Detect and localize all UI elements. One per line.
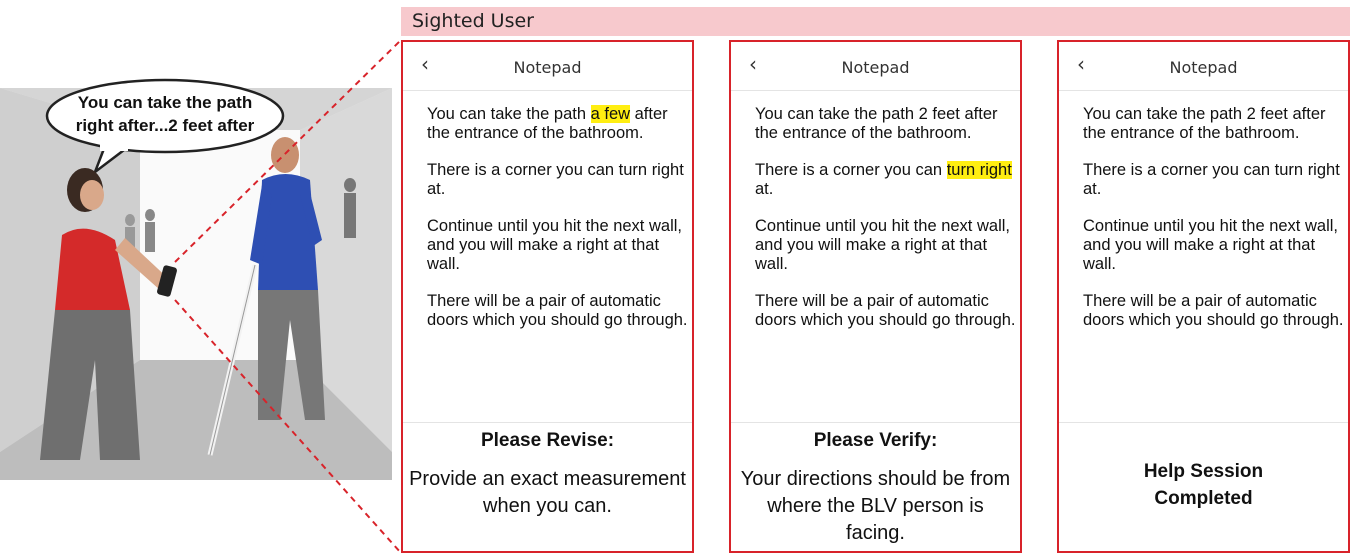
note-paragraph-3: Continue until you hit the next wall, an…	[427, 217, 682, 273]
app-title: Notepad	[1169, 58, 1238, 77]
feedback-heading: Please Verify:	[813, 430, 938, 451]
app-bar: ‹ Notepad	[731, 42, 1020, 91]
highlighted-text: turn right	[946, 161, 1012, 179]
scene-illustration: You can take the path right after...2 fe…	[0, 78, 392, 480]
note-paragraph-1: You can take the path 2 feet after the e…	[755, 105, 998, 142]
phone-panel-revise: ‹ Notepad You can take the path a few af…	[401, 40, 694, 553]
app-bar: ‹ Notepad	[1059, 42, 1348, 91]
feedback-footer: Help Session Completed	[1059, 422, 1348, 552]
feedback-footer: Please Verify: Your directions should be…	[731, 422, 1020, 552]
speech-text-line2: right after...2 feet after	[76, 116, 255, 135]
note-paragraph-1: You can take the path 2 feet after the e…	[1083, 105, 1326, 142]
note-paragraph-2: There is a corner you can turn right at.	[1083, 161, 1340, 198]
app-title: Notepad	[513, 58, 582, 77]
note-text: You can take the path 2 feet after the e…	[1083, 105, 1345, 418]
session-completed-message: Help Session Completed	[1143, 461, 1264, 509]
speech-text-line1: You can take the path	[78, 93, 252, 112]
note-paragraph-1: You can take the path a few after the en…	[427, 105, 668, 142]
note-paragraph-2: There is a corner you can turn right at.	[427, 161, 684, 198]
feedback-footer: Please Revise: Provide an exact measurem…	[403, 422, 692, 552]
highlighted-text: a few	[590, 105, 631, 123]
note-paragraph-4: There will be a pair of automatic doors …	[755, 292, 1016, 329]
note-paragraph-3: Continue until you hit the next wall, an…	[1083, 217, 1338, 273]
phone-panel-completed: ‹ Notepad You can take the path 2 feet a…	[1057, 40, 1350, 553]
feedback-message: Provide an exact measurement when you ca…	[409, 468, 686, 517]
note-text: You can take the path a few after the en…	[427, 105, 689, 418]
note-text: You can take the path 2 feet after the e…	[755, 105, 1017, 418]
note-paragraph-4: There will be a pair of automatic doors …	[427, 292, 688, 329]
note-paragraph-3: Continue until you hit the next wall, an…	[755, 217, 1010, 273]
note-paragraph-2: There is a corner you can turn right at.	[755, 161, 1012, 198]
phone-panel-verify: ‹ Notepad You can take the path 2 feet a…	[729, 40, 1022, 553]
feedback-message: Your directions should be from where the…	[740, 468, 1011, 544]
sighted-user-header: Sighted User	[401, 7, 1350, 36]
app-title: Notepad	[841, 58, 910, 77]
feedback-heading: Please Revise:	[480, 430, 615, 451]
app-bar: ‹ Notepad	[403, 42, 692, 91]
header-title: Sighted User	[412, 10, 534, 32]
note-paragraph-4: There will be a pair of automatic doors …	[1083, 292, 1344, 329]
